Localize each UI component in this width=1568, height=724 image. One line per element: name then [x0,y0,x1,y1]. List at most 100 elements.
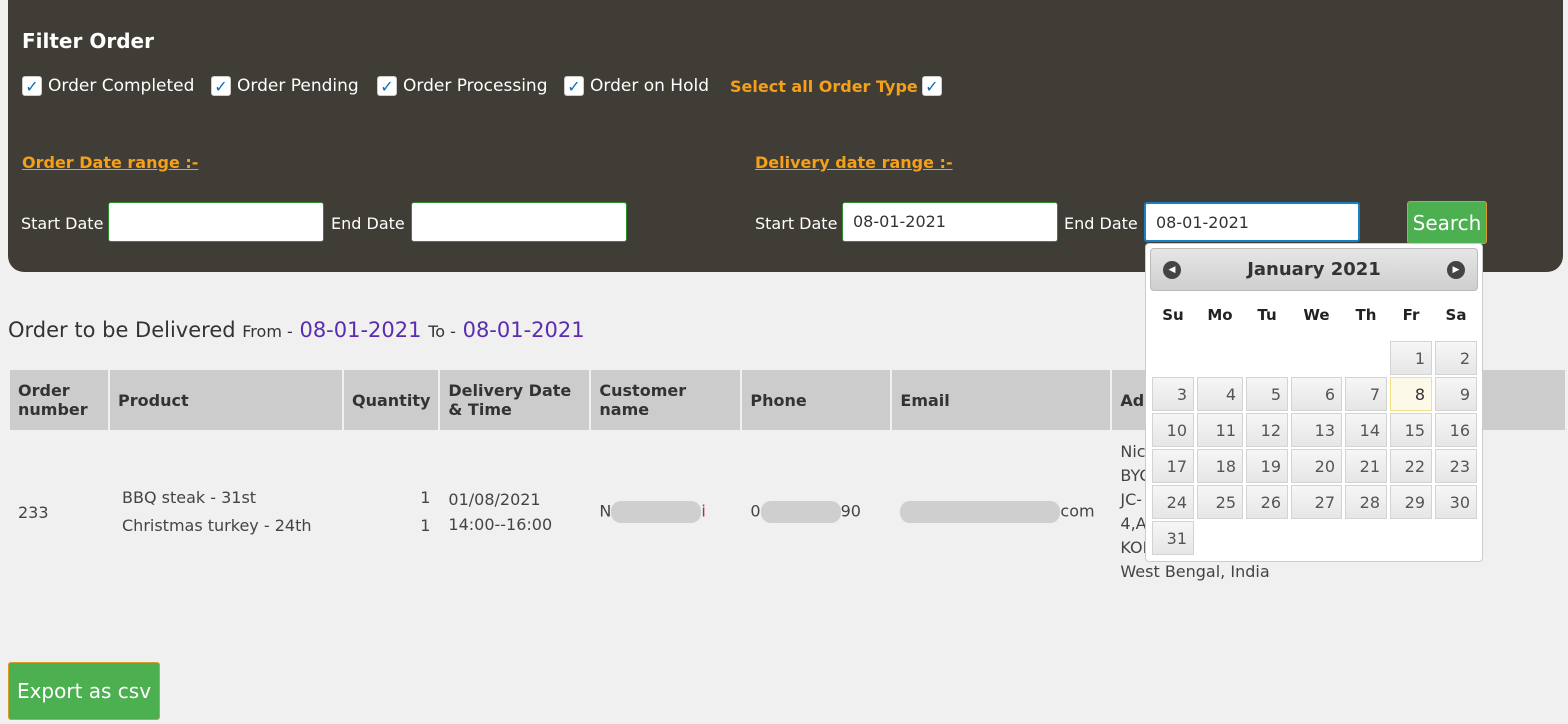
datepicker: ◀ January 2021 ▶ Su Mo Tu We Th Fr Sa 1 2 3 4 5 6 7 8 9… [1145,243,1483,562]
month-title: January 2021 [1247,259,1381,280]
checkbox-label: Order Pending [237,76,359,96]
col-order-number: Order number [10,370,108,430]
delivery-date-time: 01/08/2021 14:00--16:00 [440,432,589,592]
delivery-end-date-input[interactable]: 08-01-2021 [1144,202,1360,242]
col-quantity: Quantity [344,370,439,430]
day-19[interactable]: 19 [1246,449,1288,483]
phone-prefix: 0 [750,501,761,521]
weekday-we: We [1303,306,1330,324]
order-number: 233 [18,502,49,522]
day-9[interactable]: 9 [1435,377,1477,411]
checkbox-icon[interactable]: ✓ [377,76,397,96]
day-22[interactable]: 22 [1390,449,1432,483]
day-30[interactable]: 30 [1435,485,1477,519]
export-csv-button[interactable]: Export as csv [8,662,160,720]
col-email: Email [892,370,1111,430]
day-10[interactable]: 10 [1152,413,1194,447]
day-18[interactable]: 18 [1197,449,1243,483]
heading-title: Order to be Delivered [8,318,236,342]
day-1[interactable]: 1 [1390,341,1432,375]
day-17[interactable]: 17 [1152,449,1194,483]
order-date-range-label: Order Date range :- [22,153,199,172]
order-end-date-label: End Date : [331,214,416,233]
order-end-date-input[interactable] [411,202,627,242]
checkbox-icon[interactable]: ✓ [564,76,584,96]
checkbox-label: Order on Hold [590,76,709,96]
day-25[interactable]: 25 [1197,485,1243,519]
select-all-order-type[interactable]: Select all Order Type ✓ [730,76,942,96]
day-29[interactable]: 29 [1390,485,1432,519]
filter-title: Filter Order [22,29,154,53]
checkbox-label: Order Completed [48,76,195,96]
customer-prefix: N [599,501,612,521]
checkbox-order-pending[interactable]: ✓ Order Pending [211,76,359,96]
col-phone: Phone [742,370,891,430]
order-start-date-label: Start Date : [21,214,114,233]
day-21[interactable]: 21 [1345,449,1387,483]
customer-suffix: i [701,501,706,521]
quantity: 1 [420,488,431,507]
checkbox-icon[interactable]: ✓ [921,76,942,96]
redacted-blob [760,501,841,523]
day-4[interactable]: 4 [1197,377,1243,411]
customer-name: Ni [591,432,740,592]
checkbox-icon[interactable]: ✓ [211,76,231,96]
phone: 0 90 [742,432,890,592]
delivery-start-date-input[interactable]: 08-01-2021 [842,202,1058,242]
day-27[interactable]: 27 [1291,485,1342,519]
checkbox-order-on-hold[interactable]: ✓ Order on Hold [564,76,709,96]
redacted-blob [611,501,702,523]
checkbox-order-completed[interactable]: ✓ Order Completed [22,76,194,96]
filter-panel: Filter Order ✓ Order Completed ✓ Order Pen… [8,0,1563,272]
day-31[interactable]: 31 [1152,521,1194,555]
from-label: From - [242,322,293,341]
weekday-tu: Tu [1257,306,1277,324]
email: com [892,432,1110,592]
day-28[interactable]: 28 [1345,485,1387,519]
day-7[interactable]: 7 [1345,377,1387,411]
datepicker-header: ◀ January 2021 ▶ [1150,248,1478,291]
prev-month-icon[interactable]: ◀ [1163,261,1181,279]
weekday-th: Th [1355,306,1377,324]
weekday-mo: Mo [1207,306,1233,324]
from-date: 08-01-2021 [299,318,422,342]
email-suffix: com [1060,501,1095,521]
weekday-su: Su [1162,306,1184,324]
day-3[interactable]: 3 [1152,377,1194,411]
checkbox-order-processing[interactable]: ✓ Order Processing [377,76,548,96]
weekday-fr: Fr [1402,306,1420,324]
to-date: 08-01-2021 [462,318,585,342]
address-line: West Bengal, India [1120,562,1270,581]
phone-suffix: 90 [840,501,861,521]
checkbox-icon[interactable]: ✓ [22,76,42,96]
search-button[interactable]: Search [1407,201,1487,244]
day-15[interactable]: 15 [1390,413,1432,447]
delivery-date: 01/08/2021 [448,490,541,509]
redacted-blob [900,501,1061,523]
day-6[interactable]: 6 [1291,377,1342,411]
day-20[interactable]: 20 [1291,449,1342,483]
product: Christmas turkey - 24th [122,516,312,535]
day-23[interactable]: 23 [1435,449,1477,483]
delivery-end-date-label: End Date : [1064,214,1149,233]
quantities: 11 [344,432,438,592]
day-8[interactable]: 8 [1390,377,1432,411]
day-12[interactable]: 12 [1246,413,1288,447]
weekday-sa: Sa [1445,306,1467,324]
next-month-icon[interactable]: ▶ [1447,261,1465,279]
day-14[interactable]: 14 [1345,413,1387,447]
day-13[interactable]: 13 [1291,413,1342,447]
day-2[interactable]: 2 [1435,341,1477,375]
select-all-label: Select all Order Type [730,76,918,96]
product: BBQ steak - 31st [122,488,257,507]
day-5[interactable]: 5 [1246,377,1288,411]
products: BBQ steak - 31st Christmas turkey - 24th [110,432,342,592]
order-start-date-input[interactable] [108,202,324,242]
to-label: To - [428,322,456,341]
col-customer: Customer name [591,370,741,430]
day-11[interactable]: 11 [1197,413,1243,447]
day-16[interactable]: 16 [1435,413,1477,447]
day-26[interactable]: 26 [1246,485,1288,519]
day-24[interactable]: 24 [1152,485,1194,519]
page-heading: Order to be Delivered From - 08-01-2021 … [8,318,585,342]
